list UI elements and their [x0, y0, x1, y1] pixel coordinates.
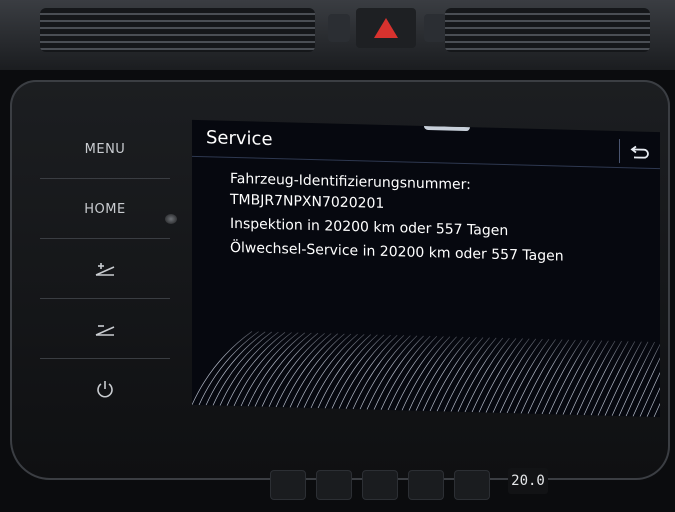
home-button[interactable]: HOME [40, 180, 170, 239]
home-button-label: HOME [84, 201, 126, 217]
air-vent-right [445, 8, 650, 52]
power-icon [97, 381, 113, 398]
brightness-up-icon [95, 263, 115, 276]
seat-vent-button-right[interactable] [454, 470, 490, 500]
infotainment-screen: Service Fahrzeug-Identifizierungsnummer:… [192, 119, 660, 418]
seat-vent-button-left[interactable] [316, 470, 352, 500]
side-button-panel: MENU HOME [40, 120, 170, 430]
page-title: Service [206, 127, 273, 150]
air-vent-left [40, 8, 315, 52]
brightness-up-button[interactable] [40, 240, 170, 299]
vent-control-knob-left[interactable] [328, 14, 350, 42]
hazard-button[interactable] [356, 8, 416, 48]
dashboard-top [0, 0, 675, 70]
pull-down-handle[interactable] [424, 125, 470, 132]
proximity-sensor [165, 214, 177, 224]
menu-button[interactable]: MENU [40, 120, 170, 179]
power-button[interactable] [40, 360, 170, 418]
climate-control-strip: 20.0 [250, 458, 560, 512]
temperature-display: 20.0 [508, 468, 548, 494]
vent-control-knob-right[interactable] [424, 14, 446, 42]
brightness-down-icon [95, 325, 115, 336]
back-arrow-icon [630, 145, 649, 159]
seat-heat-button-right[interactable] [362, 470, 398, 500]
background-wave-pattern [192, 309, 660, 418]
hazard-warning-icon [374, 18, 398, 38]
back-button[interactable] [619, 139, 660, 165]
service-info: Fahrzeug-Identifizierungsnummer: TMBJR7N… [230, 169, 564, 268]
seat-heat-button-left[interactable] [270, 470, 306, 500]
menu-button-label: MENU [84, 141, 126, 157]
brightness-down-button[interactable] [40, 300, 170, 359]
recirculation-button[interactable] [408, 470, 444, 500]
